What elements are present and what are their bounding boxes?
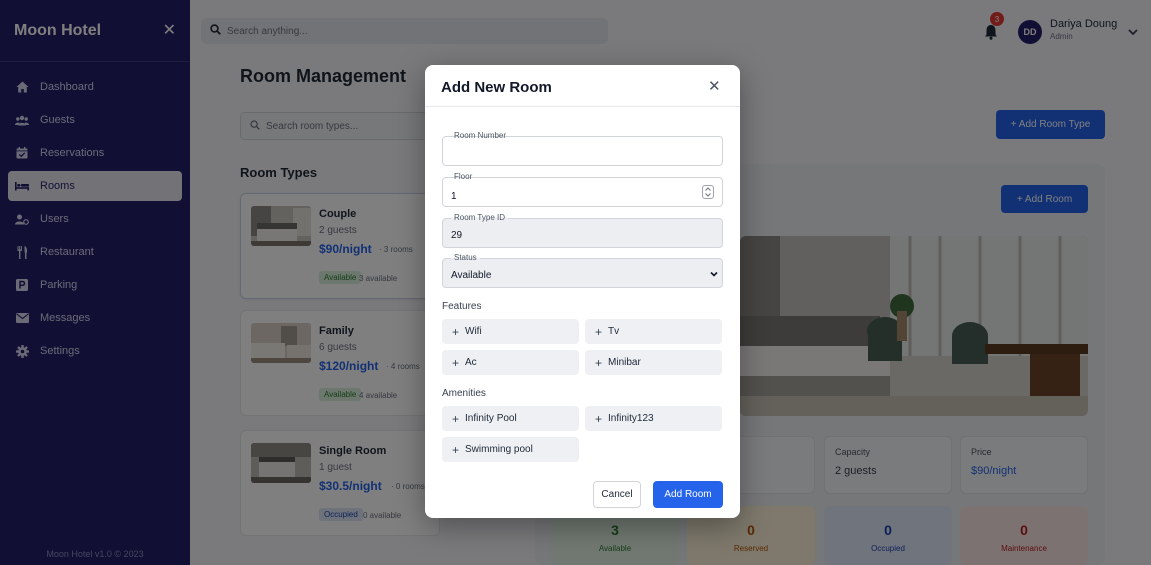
status-selected-value: Available xyxy=(451,270,492,281)
amenity-chip-swimming-pool[interactable]: + Swimming pool xyxy=(442,437,579,462)
room-type-id-field: Room Type ID 29 xyxy=(442,213,723,248)
floor-input[interactable] xyxy=(451,189,701,203)
plus-icon: + xyxy=(595,324,603,339)
plus-icon: + xyxy=(452,324,460,339)
chip-label: Wifi xyxy=(465,326,482,337)
chip-label: Swimming pool xyxy=(465,444,533,455)
feature-chip-wifi[interactable]: + Wifi xyxy=(442,319,579,344)
room-number-field[interactable]: Room Number xyxy=(442,131,723,166)
feature-chip-ac[interactable]: + Ac xyxy=(442,350,579,375)
chip-label: Infinity Pool xyxy=(465,413,517,424)
amenity-chip-infinity-pool[interactable]: + Infinity Pool xyxy=(442,406,579,431)
plus-icon: + xyxy=(452,442,460,457)
amenity-chip-infinity123[interactable]: + Infinity123 xyxy=(585,406,722,431)
room-number-input[interactable] xyxy=(451,148,701,162)
floor-field[interactable]: Floor xyxy=(442,172,723,207)
plus-icon: + xyxy=(452,411,460,426)
feature-chip-tv[interactable]: + Tv xyxy=(585,319,722,344)
modal-divider xyxy=(425,106,740,107)
field-label: Room Number xyxy=(451,131,510,140)
chip-label: Tv xyxy=(608,326,620,337)
cancel-button[interactable]: Cancel xyxy=(593,481,641,508)
feature-chip-minibar[interactable]: + Minibar xyxy=(585,350,722,375)
chip-label: Minibar xyxy=(608,357,641,368)
add-room-modal: Add New Room ✕ Room Number Floor Room Ty… xyxy=(425,65,740,518)
number-stepper[interactable] xyxy=(702,185,714,199)
status-select[interactable]: Status Available xyxy=(442,253,723,288)
chip-label: Ac xyxy=(465,357,477,368)
features-label: Features xyxy=(442,301,482,312)
plus-icon: + xyxy=(595,411,603,426)
plus-icon: + xyxy=(452,355,460,370)
field-label: Floor xyxy=(451,172,476,181)
plus-icon: + xyxy=(595,355,603,370)
modal-title: Add New Room xyxy=(441,79,552,96)
submit-add-room-button[interactable]: Add Room xyxy=(653,481,723,508)
room-type-id-value: 29 xyxy=(451,230,463,241)
close-icon[interactable]: ✕ xyxy=(708,79,721,94)
amenities-label: Amenities xyxy=(442,388,486,399)
chip-label: Infinity123 xyxy=(608,413,654,424)
chevron-down-icon xyxy=(709,269,719,279)
field-label: Status xyxy=(451,253,480,262)
field-label: Room Type ID xyxy=(451,213,508,222)
